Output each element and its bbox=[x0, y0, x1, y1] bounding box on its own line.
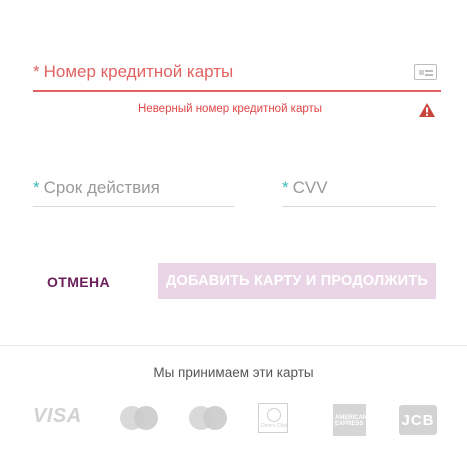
maestro-icon bbox=[189, 406, 229, 430]
mastercard-icon bbox=[120, 406, 160, 430]
warning-icon bbox=[419, 103, 435, 117]
card-error-message: Неверный номер кредитной карты bbox=[138, 103, 323, 115]
card-number-label: Номер кредитной карты bbox=[43, 62, 234, 81]
credit-card-icon bbox=[414, 64, 437, 80]
cvv-field[interactable]: * CVV bbox=[282, 176, 436, 207]
cancel-button[interactable]: ОТМЕНА bbox=[47, 274, 110, 290]
card-number-field[interactable]: * Номер кредитной карты bbox=[33, 58, 441, 92]
expiry-label: Срок действия bbox=[43, 178, 160, 197]
american-express-icon: AMERICAN EXPRESS bbox=[333, 404, 367, 436]
required-mark: * bbox=[282, 178, 289, 197]
visa-icon: VISA bbox=[33, 405, 82, 427]
accepted-cards-list: VISA Diners Club AMERICAN EXPRESS JCB bbox=[0, 400, 467, 440]
accepted-cards-title: Мы принимаем эти карты bbox=[153, 365, 314, 380]
diners-club-icon: Diners Club bbox=[258, 403, 288, 433]
add-card-continue-button[interactable]: ДОБАВИТЬ КАРТУ И ПРОДОЛЖИТЬ bbox=[158, 263, 436, 299]
jcb-icon: JCB bbox=[399, 405, 437, 435]
required-mark: * bbox=[33, 62, 40, 81]
cvv-label: CVV bbox=[292, 178, 328, 197]
expiry-field[interactable]: * Срок действия bbox=[33, 176, 234, 207]
required-mark: * bbox=[33, 178, 40, 197]
divider bbox=[0, 345, 467, 346]
